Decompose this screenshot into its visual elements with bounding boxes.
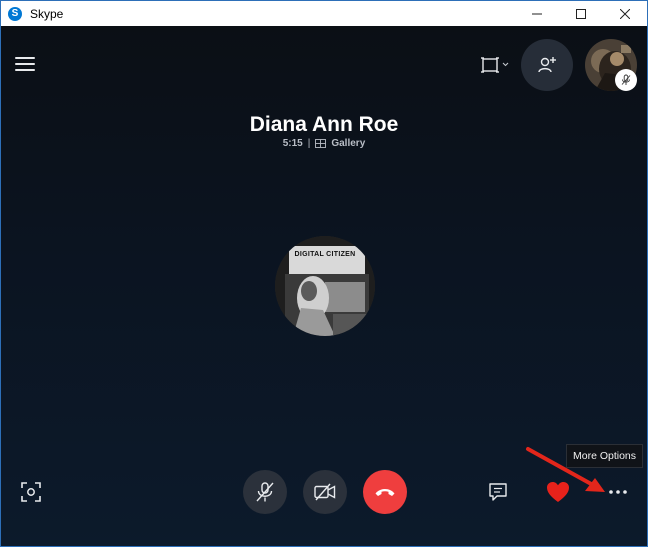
hamburger-line xyxy=(15,63,35,65)
contact-name: Diana Ann Roe xyxy=(249,113,399,136)
title-bar: S Skype xyxy=(1,1,647,26)
mute-button[interactable] xyxy=(243,470,287,514)
more-options-icon xyxy=(609,490,627,494)
microphone-muted-icon xyxy=(621,74,631,85)
app-icon-letter: S xyxy=(11,8,19,19)
screen-layout-icon xyxy=(481,57,509,73)
chat-button[interactable] xyxy=(487,481,509,503)
avatar-caption: DIGITAL CITIZEN xyxy=(294,251,356,258)
end-call-icon xyxy=(375,489,395,496)
meta-separator: | xyxy=(307,138,311,149)
contact-avatar[interactable]: DIGITAL CITIZEN xyxy=(275,236,375,336)
window-title: Skype xyxy=(30,6,64,21)
maximize-icon xyxy=(576,8,586,19)
hamburger-line xyxy=(15,69,35,71)
call-meta: 5:15 | Gallery xyxy=(1,138,647,149)
microphone-muted-icon xyxy=(256,482,274,502)
chat-icon xyxy=(489,483,507,501)
skype-app-icon: S xyxy=(8,6,22,21)
video-off-icon xyxy=(314,483,336,501)
add-person-icon xyxy=(538,57,556,73)
self-mute-badge xyxy=(615,69,637,91)
video-button[interactable] xyxy=(303,470,347,514)
close-icon xyxy=(620,8,630,19)
add-people-button[interactable] xyxy=(521,39,573,91)
layout-button[interactable] xyxy=(480,56,512,74)
view-mode: Gallery xyxy=(331,138,366,149)
end-call-button[interactable] xyxy=(363,470,407,514)
minimize-button[interactable] xyxy=(515,1,559,26)
skype-window: S Skype Diana Ann Roe 5:15 | Gallery DIG… xyxy=(0,0,648,547)
call-duration: 5:15 xyxy=(282,138,303,149)
menu-button[interactable] xyxy=(15,56,35,72)
snapshot-button[interactable] xyxy=(20,481,42,503)
minimize-icon xyxy=(532,13,542,14)
window-controls xyxy=(515,1,647,26)
snapshot-icon xyxy=(21,482,41,502)
gallery-icon xyxy=(315,139,327,148)
maximize-button[interactable] xyxy=(559,1,603,26)
call-area: Diana Ann Roe 5:15 | Gallery DIGITAL CIT… xyxy=(1,26,647,546)
annotation-arrow xyxy=(526,447,605,492)
close-button[interactable] xyxy=(603,1,647,26)
hamburger-menu-icon xyxy=(15,57,35,59)
